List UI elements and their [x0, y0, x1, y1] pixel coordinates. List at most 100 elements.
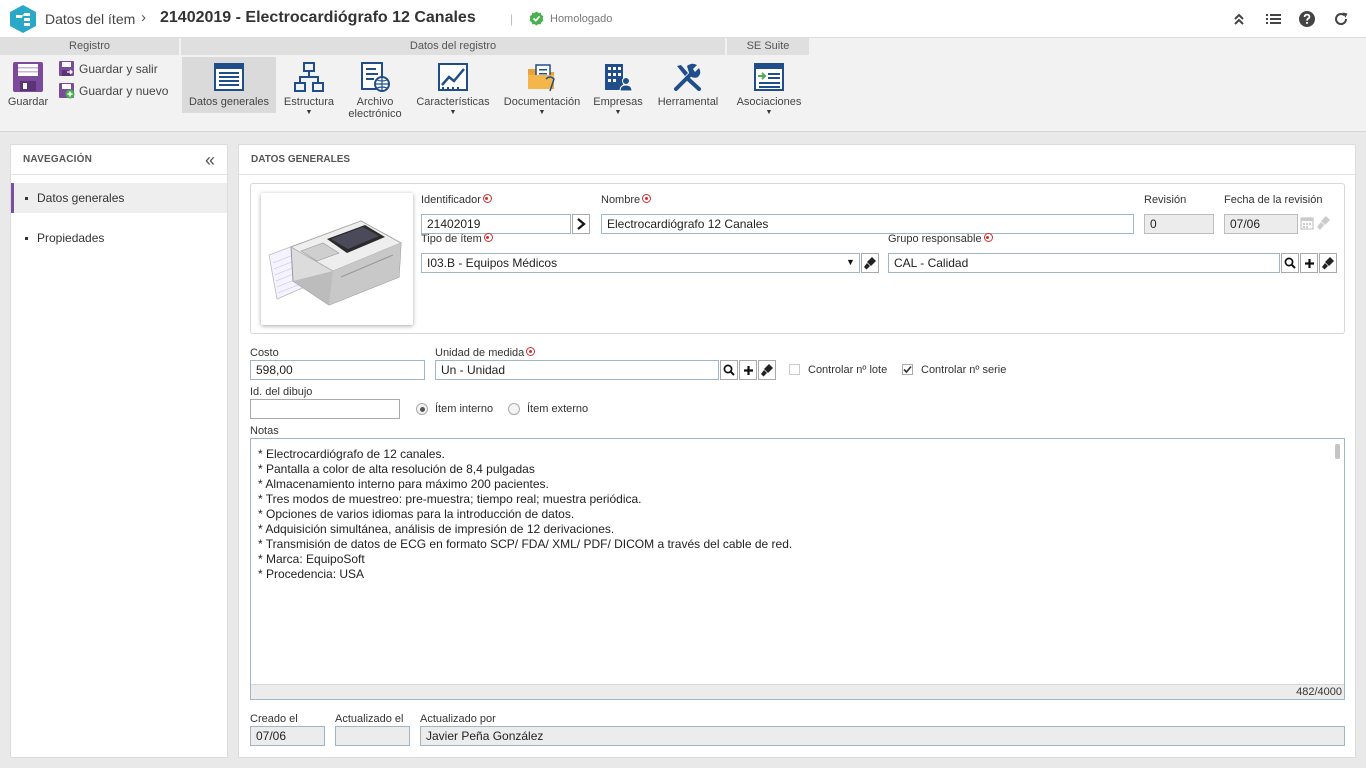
building-icon — [605, 64, 633, 92]
ecg-device-image — [268, 220, 402, 306]
ribbon-group-se-suite: SE Suite Asociaciones ▼ — [727, 38, 811, 132]
next-arrow-button[interactable] — [572, 214, 590, 234]
general-data-button[interactable]: Datos generales — [182, 57, 276, 113]
clear-item-type-button[interactable] — [861, 253, 879, 273]
associations-button[interactable]: Asociaciones ▼ — [733, 57, 805, 116]
notes-line: * Almacenamiento interno para máximo 200… — [258, 477, 549, 491]
tools-icon — [674, 63, 701, 91]
required-icon — [482, 194, 492, 203]
updated-field — [335, 726, 410, 746]
clear-date-icon — [1317, 215, 1331, 234]
companies-button[interactable]: Empresas ▼ — [588, 57, 648, 116]
save-and-new-button[interactable]: Guardar y nuevo — [58, 82, 168, 99]
control-lot-label: Controlar nº lote — [808, 364, 888, 376]
search-unit-button[interactable] — [720, 360, 738, 380]
electronic-file-label-1: Archivo — [356, 96, 394, 108]
chevron-down-icon: ▼ — [614, 109, 622, 116]
nav-item-general-data[interactable]: Datos generales — [11, 183, 227, 213]
cost-label: Costo — [250, 347, 279, 359]
search-icon — [723, 364, 735, 376]
notes-line: * Pantalla a color de alta resolución de… — [258, 462, 535, 476]
required-icon — [483, 233, 493, 242]
item-type-select[interactable]: I03.B - Equipos Médicos — [421, 253, 860, 273]
eraser-icon — [760, 364, 773, 377]
plus-icon — [743, 365, 753, 375]
nav-item-label: Datos generales — [37, 191, 125, 205]
notes-line: * Electrocardiógrafo de 12 canales. — [258, 447, 445, 461]
clear-group-button[interactable] — [1319, 253, 1337, 273]
revision-date-field: 07/06 — [1224, 214, 1298, 234]
revision-date-label: Fecha de la revisión — [1224, 194, 1323, 206]
tooling-button[interactable]: Herramental — [653, 57, 723, 113]
char-counter: 482/4000 — [251, 684, 1344, 699]
save-new-icon — [59, 83, 75, 99]
refresh-icon[interactable] — [1331, 9, 1351, 29]
electronic-file-label-2: electrónico — [348, 108, 402, 120]
cost-field[interactable]: 598,00 — [250, 360, 425, 380]
internal-item-radio[interactable] — [416, 403, 428, 415]
search-group-button[interactable] — [1281, 253, 1299, 273]
control-serial-checkbox[interactable] — [902, 364, 913, 375]
folder-document-icon — [528, 64, 555, 92]
eraser-icon — [1321, 257, 1334, 270]
identifier-field[interactable]: 21402019 — [421, 214, 571, 234]
control-lot-checkbox[interactable] — [789, 364, 800, 375]
notes-line: * Adquisición simultánea, análisis de im… — [258, 522, 615, 536]
panel-header: DATOS GENERALES — [239, 145, 1355, 175]
nav-item-properties[interactable]: Propiedades — [11, 223, 227, 253]
app-header: Datos del ítem › 21402019 - Electrocardi… — [0, 0, 1366, 38]
notes-line: * Transmisión de datos de ECG en formato… — [258, 537, 793, 551]
breadcrumb[interactable]: Datos del ítem — [45, 11, 135, 27]
panel-title: DATOS GENERALES — [251, 154, 351, 165]
page-title: 21402019 - Electrocardiógrafo 12 Canales — [160, 9, 476, 26]
floppy-disk-icon — [13, 62, 43, 92]
electronic-file-button[interactable]: Archivo electrónico — [344, 57, 406, 120]
name-field[interactable]: Electrocardiógrafo 12 Canales — [601, 214, 1134, 234]
updated-by-label: Actualizado por — [420, 713, 496, 725]
name-label: Nombre — [601, 194, 652, 206]
general-data-panel: DATOS GENERALES Identificador 21402019 N… — [238, 144, 1356, 758]
save-exit-icon — [59, 61, 74, 76]
status-badge: Homologado — [529, 11, 612, 26]
required-icon — [526, 347, 536, 356]
documentation-button[interactable]: Documentación ▼ — [501, 57, 583, 116]
revision-field: 0 — [1144, 214, 1214, 234]
app-logo-icon[interactable] — [8, 4, 38, 34]
save-and-exit-button[interactable]: Guardar y salir — [58, 60, 158, 77]
external-item-radio[interactable] — [508, 403, 520, 415]
item-photo[interactable] — [261, 193, 413, 325]
ribbon-group-datos-registro: Datos del registro Datos generales Estru… — [181, 38, 727, 132]
save-and-exit-label: Guardar y salir — [79, 61, 158, 76]
notes-textarea[interactable]: * Electrocardiógrafo de 12 canales. * Pa… — [250, 438, 1345, 700]
characteristics-label: Características — [416, 96, 490, 108]
help-icon[interactable] — [1297, 9, 1317, 29]
list-icon[interactable] — [1263, 9, 1283, 29]
clear-unit-button[interactable] — [758, 360, 776, 380]
created-field: 07/06 — [250, 726, 325, 746]
form-list-icon — [214, 63, 244, 91]
collapse-panel-icon[interactable]: « — [205, 151, 215, 169]
revision-label: Revisión — [1144, 194, 1187, 206]
created-label: Creado el — [250, 713, 298, 725]
add-unit-button[interactable] — [739, 360, 757, 380]
notes-scrollbar[interactable] — [1335, 444, 1340, 459]
structure-button[interactable]: Estructura ▼ — [279, 57, 339, 116]
drawing-id-field[interactable] — [250, 399, 400, 419]
bullet-icon — [25, 196, 28, 200]
ribbon-group-title: SE Suite — [727, 38, 811, 55]
chevron-right-icon — [577, 218, 586, 230]
notes-content: * Electrocardiógrafo de 12 canales. * Pa… — [258, 447, 792, 582]
notes-label: Notas — [250, 425, 279, 437]
associations-label: Asociaciones — [736, 96, 802, 108]
structure-label: Estructura — [283, 96, 335, 108]
collapse-icon[interactable] — [1229, 9, 1249, 29]
breadcrumb-separator: › — [141, 9, 146, 26]
unit-field[interactable]: Un - Unidad — [435, 360, 719, 380]
characteristics-button[interactable]: Características ▼ — [411, 57, 495, 116]
add-group-button[interactable] — [1300, 253, 1318, 273]
nav-item-label: Propiedades — [37, 231, 105, 245]
responsible-group-field[interactable]: CAL - Calidad — [888, 253, 1280, 273]
title-divider: | — [510, 12, 514, 26]
save-button[interactable]: Guardar — [2, 57, 54, 113]
documentation-label: Documentación — [503, 96, 581, 108]
